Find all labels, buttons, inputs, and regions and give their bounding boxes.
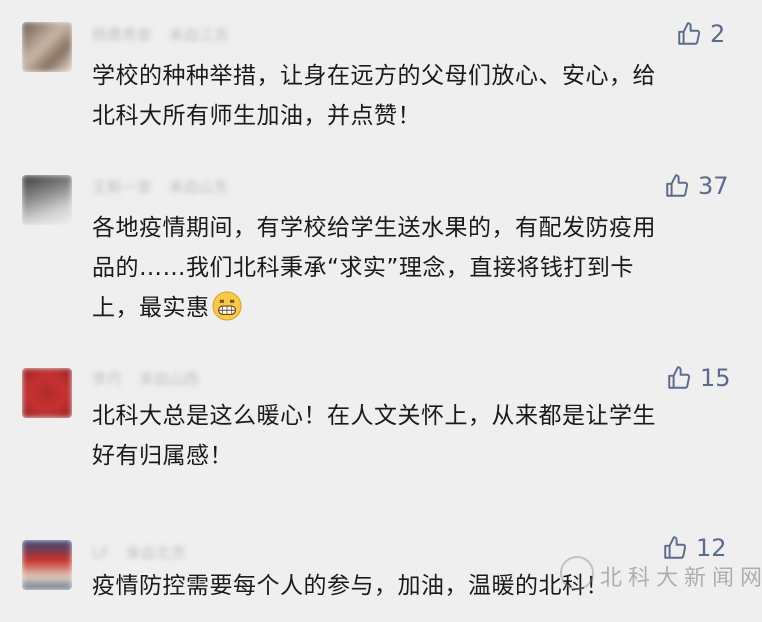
comment-meta: 杨惠秀家 来自江苏 xyxy=(92,24,241,45)
comment-text-line: 学校的种种举措，让身在远方的父母们放心、安心，给 xyxy=(92,63,656,89)
avatar[interactable] xyxy=(22,540,72,590)
like-count: 15 xyxy=(700,364,731,392)
like-button[interactable]: 15 xyxy=(666,364,731,392)
like-count: 37 xyxy=(698,172,729,200)
comment-text: 北科大总是这么暖心！在人文关怀上，从来都是让学生 好有归属感！ xyxy=(92,396,742,476)
thumbs-up-icon xyxy=(678,22,701,45)
like-button[interactable]: 37 xyxy=(664,172,729,200)
avatar[interactable] xyxy=(22,368,72,418)
comment-meta: LF 来自北京 xyxy=(92,542,198,563)
comment-text-line: 品的……我们北科秉承“求实”理念，直接将钱打到卡 xyxy=(92,255,634,281)
like-count: 2 xyxy=(710,20,726,48)
like-button[interactable]: 12 xyxy=(662,534,727,562)
comment-text-line: 各地疫情期间，有学校给学生送水果的，有配发防疫用 xyxy=(92,215,656,241)
commenter-location: 来自北京 xyxy=(125,544,186,562)
comment-text: 各地疫情期间，有学校给学生送水果的，有配发防疫用 品的……我们北科秉承“求实”理… xyxy=(92,208,742,328)
commenter-name: 杨惠秀家 xyxy=(92,26,153,44)
thumbs-up-icon xyxy=(664,536,687,559)
comment-meta: 王新一家 来自山东 xyxy=(92,176,241,197)
avatar[interactable] xyxy=(22,175,72,225)
avatar[interactable] xyxy=(22,22,72,72)
like-count: 12 xyxy=(696,534,727,562)
watermark: 北科大新闻网 xyxy=(600,566,762,591)
commenter-name: 李丹 xyxy=(92,370,123,388)
commenter-location: 来自山东 xyxy=(168,178,229,196)
commenter-name: 王新一家 xyxy=(92,178,153,196)
comment-text-line: 好有归属感！ xyxy=(92,443,233,469)
like-button[interactable]: 2 xyxy=(676,20,725,48)
comment-meta: 李丹 来自山西 xyxy=(92,368,211,389)
commenter-location: 来自江苏 xyxy=(168,26,229,44)
thumbs-up-icon xyxy=(668,366,691,389)
comment-text-line: 北科大总是这么暖心！在人文关怀上，从来都是让学生 xyxy=(92,403,656,429)
comment-text: 学校的种种举措，让身在远方的父母们放心、安心，给 北科大所有师生加油，并点赞！ xyxy=(92,56,742,136)
comment-text-line: 北科大所有师生加油，并点赞！ xyxy=(92,103,421,129)
commenter-location: 来自山西 xyxy=(138,370,199,388)
comment-text-fragment: 上，最实惠 xyxy=(92,295,210,321)
watermark-seal xyxy=(560,556,594,590)
commenter-name: LF xyxy=(92,544,109,562)
comment-text-line-last: 上，最实惠 xyxy=(92,288,742,328)
grinning-face-icon xyxy=(211,291,242,321)
thumbs-up-icon xyxy=(666,174,689,197)
